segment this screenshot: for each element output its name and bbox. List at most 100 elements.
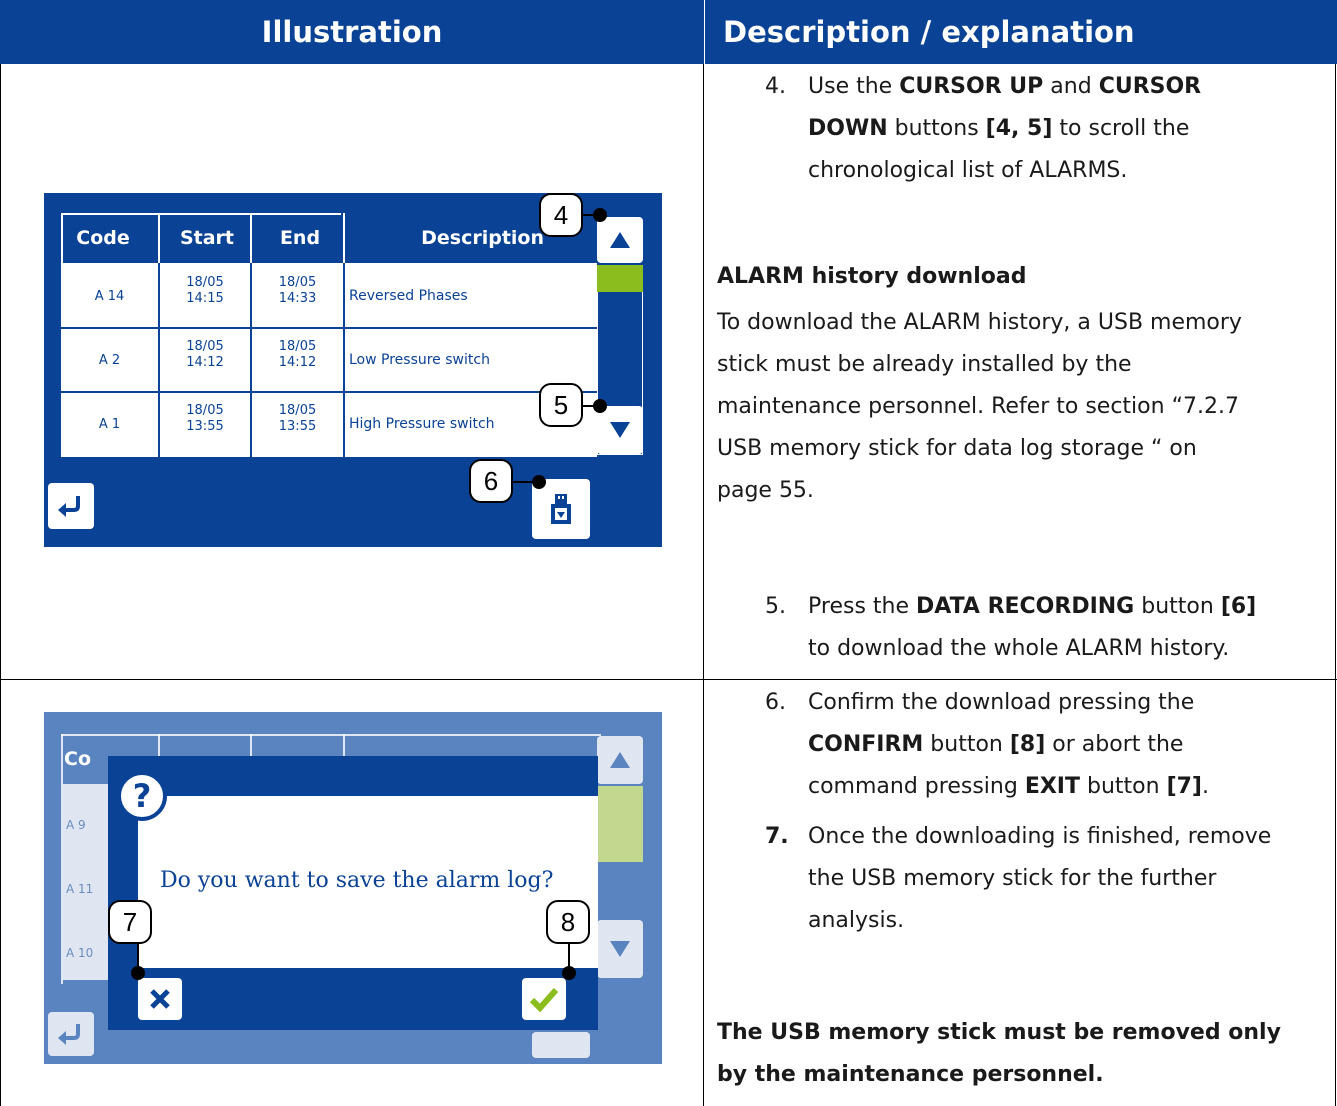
close-icon (150, 989, 170, 1009)
arrow-down-icon (610, 941, 630, 957)
alarm-list-screen: Code Start End Description A 14 18/05 14… (44, 193, 662, 547)
para-line5: page 55. (717, 478, 814, 503)
cursor-down-button[interactable] (597, 406, 643, 454)
svg-text:?: ? (133, 777, 152, 815)
step6-number: 6. (765, 690, 786, 715)
hdr-sep (343, 213, 345, 263)
hdr-sep (158, 213, 160, 263)
step5-line2: to download the whole ALARM history. (808, 636, 1230, 661)
para-line2: stick must be already installed by the (717, 352, 1132, 377)
row-sep (61, 391, 597, 393)
bg-cursor-down-button (597, 920, 643, 978)
step4-line3: chronological list of ALARMS. (808, 158, 1128, 183)
callout-5-dot (593, 399, 607, 413)
hdr-sep (250, 213, 252, 263)
row2-end-time: 14:12 (278, 355, 317, 370)
row1-start-date: 18/05 (186, 275, 224, 290)
dialog-question: Do you want to save the alarm log? (160, 868, 554, 893)
row3-start-time: 13:55 (186, 419, 224, 434)
callout-6: 6 (469, 459, 513, 503)
callout-6-dot (532, 475, 546, 489)
bg-data-recording-button (532, 1032, 590, 1058)
save-log-dialog: ? Do you want to save the alarm log? (108, 756, 598, 1030)
document-table: Illustration Description / explanation 4… (0, 0, 1337, 1106)
step6-line2: CONFIRM button [8] or abort the (808, 732, 1184, 757)
row1-end-date: 18/05 (278, 275, 317, 290)
right-border (1335, 64, 1336, 1106)
confirm-screen: Co A 9 A 11 A 10 ? Do you want to save t… (44, 712, 662, 1064)
step5-line1: Press the DATA RECORDING button [6] (808, 594, 1257, 619)
col-end: End (279, 227, 321, 249)
cursor-up-button[interactable] (597, 217, 643, 263)
row2-description: Low Pressure switch (349, 352, 490, 368)
warning-line2: by the maintenance personnel. (717, 1062, 1104, 1087)
callout-5: 5 (539, 383, 583, 427)
step6-line1: Confirm the download pressing the (808, 690, 1195, 715)
left-border (0, 64, 1, 1106)
row3-code[interactable]: A 1 (61, 417, 158, 432)
callout-7-leader (137, 944, 139, 968)
row2-code[interactable]: A 2 (61, 353, 158, 368)
step4-line2: DOWN buttons [4, 5] to scroll the (808, 116, 1190, 141)
arrow-up-icon (610, 232, 630, 248)
checkmark-icon (529, 988, 559, 1012)
row-sep (61, 327, 597, 329)
col-code: Code (76, 227, 130, 249)
callout-7: 7 (108, 900, 152, 944)
row3-end-date: 18/05 (278, 403, 317, 418)
para-line4: USB memory stick for data log storage “ … (717, 436, 1197, 461)
para-line1: To download the ALARM history, a USB mem… (717, 310, 1242, 335)
bg-cursor-up-button (597, 736, 643, 784)
bg-col-code: Co (64, 748, 91, 770)
row3-description: High Pressure switch (349, 416, 495, 432)
col-sep (343, 263, 345, 457)
row2-start-date: 18/05 (186, 339, 224, 354)
row1-description: Reversed Phases (349, 288, 468, 304)
callout-8-dot (562, 966, 576, 980)
bg-scrollbar-thumb (597, 786, 643, 862)
col-description: Description (421, 227, 544, 249)
step6-line3: command pressing EXIT button [7]. (808, 774, 1209, 799)
hdr-top (61, 213, 341, 215)
step7-number: 7. (765, 824, 789, 849)
hdr-sep (61, 213, 63, 263)
section-title: ALARM history download (717, 264, 1027, 289)
usb-stick-icon (551, 494, 571, 524)
step5-number: 5. (765, 594, 786, 619)
return-arrow-icon (58, 496, 80, 517)
bg-hdr-top (61, 734, 601, 736)
bg-row1-code: A 9 (66, 818, 86, 832)
row2-end-date: 18/05 (278, 339, 317, 354)
column-divider (703, 64, 704, 1106)
confirm-button[interactable] (522, 978, 566, 1020)
bg-back-button (48, 1012, 94, 1056)
callout-4: 4 (539, 193, 583, 237)
question-icon: ? (117, 771, 167, 821)
scrollbar-thumb[interactable] (597, 265, 643, 292)
arrow-down-icon (610, 422, 630, 438)
warning-line1: The USB memory stick must be removed onl… (717, 1020, 1281, 1045)
header-divider (704, 0, 705, 64)
row1-end-time: 14:33 (278, 291, 317, 306)
bg-row3-code: A 10 (66, 946, 94, 960)
row1-code[interactable]: A 14 (61, 289, 158, 304)
row2-start-time: 14:12 (186, 355, 224, 370)
step7-line2: the USB memory stick for the further (808, 866, 1217, 891)
row1-start-time: 14:15 (186, 291, 224, 306)
step4-line1: Use the CURSOR UP and CURSOR (808, 74, 1202, 99)
exit-button[interactable] (138, 978, 182, 1020)
step4-number: 4. (765, 74, 786, 99)
step7-line1: Once the downloading is finished, remove (808, 824, 1272, 849)
header-illustration: Illustration (0, 0, 704, 64)
callout-8: 8 (546, 900, 590, 944)
arrow-up-icon (610, 752, 630, 768)
col-start: Start (179, 227, 235, 249)
callout-7-dot (131, 966, 145, 980)
row-divider (0, 679, 1337, 680)
return-arrow-icon (58, 1024, 80, 1045)
callout-4-dot (593, 208, 607, 222)
para-line3: maintenance personnel. Refer to section … (717, 394, 1239, 419)
row3-end-time: 13:55 (278, 419, 317, 434)
back-button[interactable] (48, 483, 94, 529)
row3-start-date: 18/05 (186, 403, 224, 418)
